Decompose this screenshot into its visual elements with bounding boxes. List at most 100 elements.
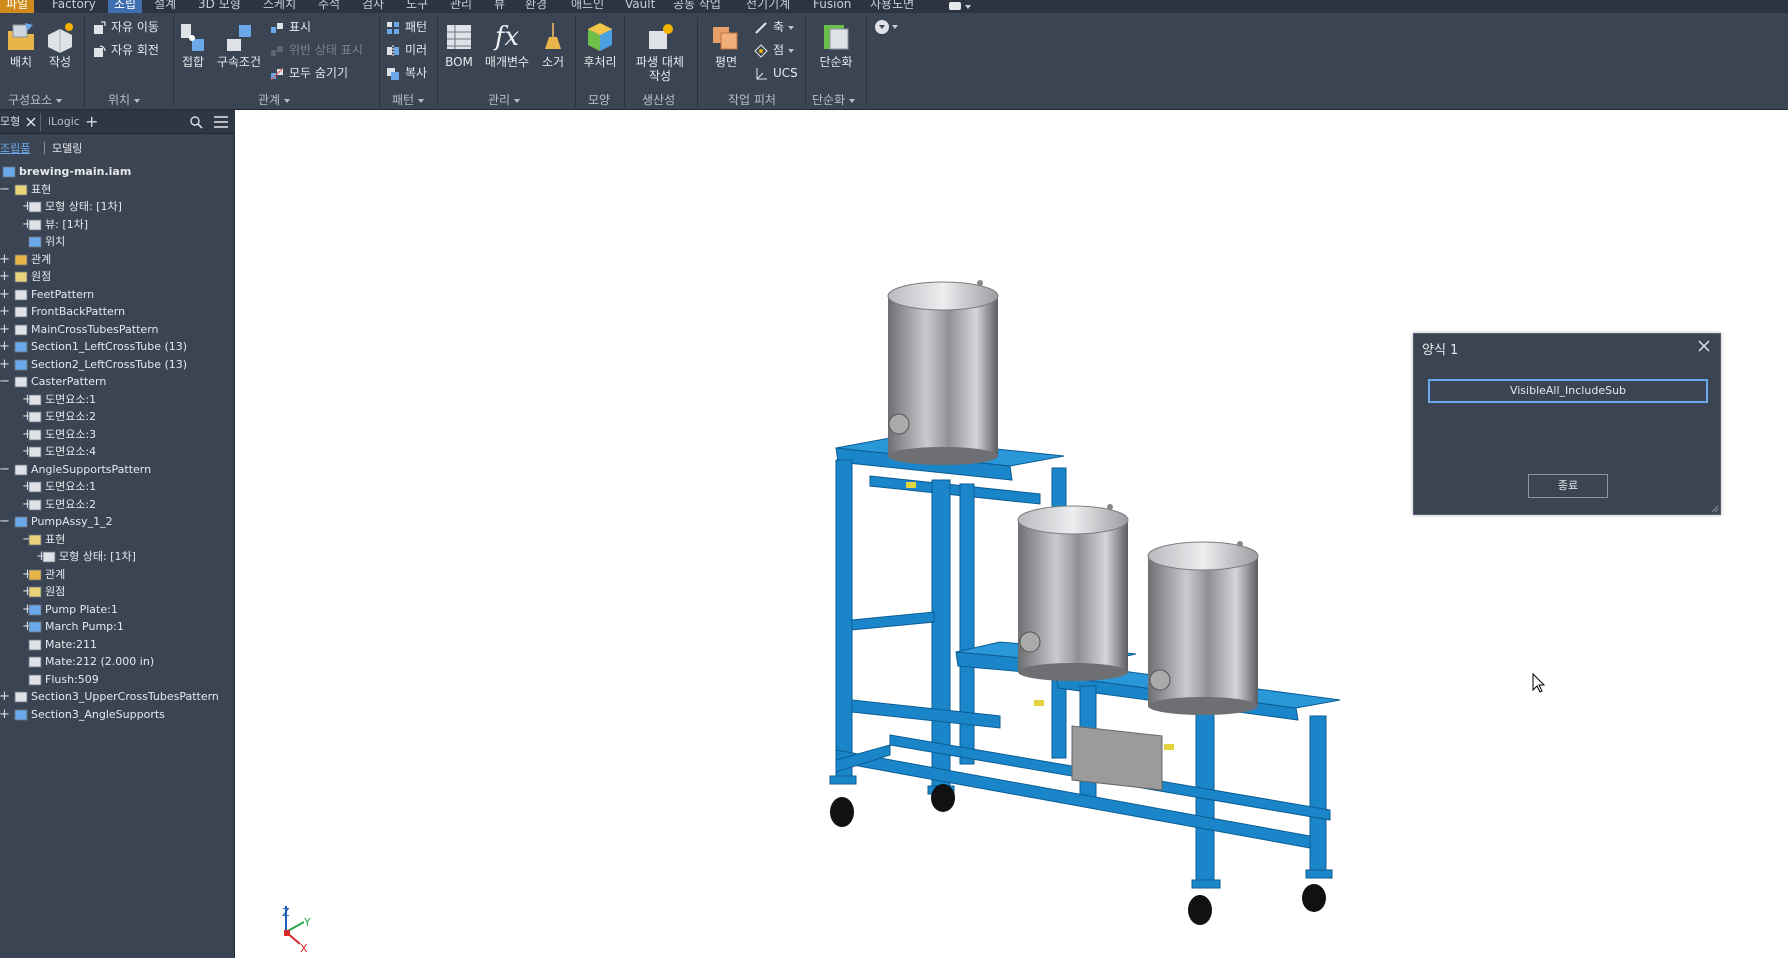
point-icon [754,43,768,58]
part-icon [14,358,28,372]
mirror-icon [387,44,399,57]
menu-tab-inspect[interactable]: 검사 [362,0,384,13]
bom-button[interactable]: BOM [443,21,475,69]
assembly-model[interactable]: Z Y X [236,110,1788,958]
place-label: 배치 [9,55,33,69]
create-label: 작성 [48,55,72,69]
pattern-icon [14,375,28,389]
expand-icon[interactable]: + [0,705,10,725]
show-relations-button[interactable]: 표시 [270,17,311,37]
parameters-button[interactable]: fx 매개변수 [482,21,532,69]
position-group-label[interactable]: 위치 [108,91,141,109]
folder-icon [28,533,42,547]
triad-x-label: X [300,942,308,955]
resize-grip-icon[interactable] [1711,505,1719,513]
mate-icon [28,673,42,687]
tab-model[interactable]: 모형 [0,110,20,134]
search-icon[interactable] [190,116,203,129]
relation-group-label[interactable]: 관계 [258,91,291,109]
model-state-icon [42,550,56,564]
pattern-icon [28,410,42,424]
pattern-icon [28,498,42,512]
menu-tab-extra[interactable]: 사용노면 [870,0,914,13]
pattern-icon [387,21,399,34]
mirror-button[interactable]: 미러 [386,40,427,60]
ucs-button[interactable]: UCS [754,63,798,83]
part-icon [28,603,42,617]
derive-icon [649,24,673,49]
menu-tab-fusion[interactable]: Fusion [813,0,851,13]
free-move-button[interactable]: 자유 이동 [92,17,159,37]
subassembly-icon [14,515,28,529]
menu-tab-sketch[interactable]: 스케치 [263,0,296,13]
bom-icon [447,25,471,49]
menu-tab-3d-model[interactable]: 3D 모형 [198,0,241,13]
model-state-field[interactable]: VisibleAll_IncludeSub [1428,379,1708,403]
close-icon[interactable] [1696,338,1712,354]
brewing-stand [829,280,1341,925]
create-button[interactable]: 작성 [44,21,76,69]
subtab-modeling[interactable]: 모델링 [52,140,82,156]
menu-tab-tools[interactable]: 도구 [406,0,428,13]
menu-tab-vault[interactable]: Vault [625,0,655,13]
constrain-button[interactable]: 구속조건 [215,21,263,69]
pattern-icon [14,463,28,477]
productivity-group-label: 생산성 [642,93,676,107]
derive-substitute-button[interactable]: 파생 대체 작성 [632,21,688,83]
component-group-label[interactable]: 구성요소 [8,91,63,109]
menu-tab-file[interactable]: 파일 [0,0,35,13]
manage-group-label[interactable]: 관리 [488,91,521,109]
pattern-icon [14,305,28,319]
menu-bar: 파일 Factory 조립 설계 3D 모형 스케치 주석 검사 도구 관리 뷰… [0,0,1788,13]
tab-ilogic[interactable]: iLogic [48,110,80,134]
place-button[interactable]: 배치 [5,21,37,69]
menu-tab-electromechanical[interactable]: 전기기계 [746,0,790,13]
plane-button[interactable]: 평면 [706,21,746,69]
plane-icon [713,27,738,50]
post-process-button[interactable]: 후처리 [580,21,620,69]
close-tab-icon[interactable] [26,117,36,127]
free-rotate-button[interactable]: 자유 회전 [92,40,159,60]
joint-button[interactable]: 접합 [178,21,208,69]
point-button[interactable]: 점 [754,40,795,60]
pattern-button[interactable]: 패턴 [386,17,427,37]
copy-button[interactable]: 복사 [386,63,427,83]
menu-tab-assemble[interactable]: 조립 [108,0,143,13]
add-tab-icon[interactable]: + [85,110,98,134]
axis-button[interactable]: 축 [754,17,795,37]
menu-tab-manage[interactable]: 관리 [450,0,472,13]
hide-all-icon [270,67,284,80]
menu-tab-annotate[interactable]: 주석 [318,0,340,13]
browser-tabs: 모형 iLogic + [0,110,235,134]
mouse-cursor-icon [1532,672,1546,693]
view-triad: Z Y X [282,906,311,955]
customize-dropdown-icon[interactable] [874,19,900,35]
menu-tab-design[interactable]: 설계 [154,0,176,13]
simplify-button[interactable]: 단순화 [814,21,858,69]
hide-all-button[interactable]: 모두 숨기기 [270,63,348,83]
menu-tab-collaborate[interactable]: 공동 작업 [673,0,721,13]
purge-button[interactable]: 소거 [539,21,567,69]
tree-node[interactable]: + Section3_AngleSupports [0,705,235,725]
view-icon [28,218,42,232]
appearance-group-label: 모양 [588,93,611,107]
menu-icon[interactable] [214,116,228,128]
camera-dropdown-icon[interactable] [948,1,972,11]
menu-tab-factory[interactable]: Factory [52,0,96,13]
pattern-group-label[interactable]: 패턴 [392,91,425,109]
subtab-assembly[interactable]: 조립품 [0,140,30,156]
pattern-icon [14,288,28,302]
menu-tab-addins[interactable]: 애드인 [571,0,604,13]
simplification-group-label[interactable]: 단순화 [812,91,856,109]
close-button[interactable]: 종료 [1528,474,1608,498]
pattern-icon [14,323,28,337]
menu-tab-environments[interactable]: 환경 [525,0,547,13]
ucs-icon [756,67,767,79]
menu-tab-view[interactable]: 뷰 [494,0,505,13]
pattern-icon [28,480,42,494]
graphics-viewport[interactable]: Z Y X [236,110,1788,958]
triad-y-label: Y [303,916,311,929]
show-sick-button[interactable]: 위반 상태 표시 [270,40,363,60]
place-icon [8,23,34,50]
copy-icon [387,67,399,80]
